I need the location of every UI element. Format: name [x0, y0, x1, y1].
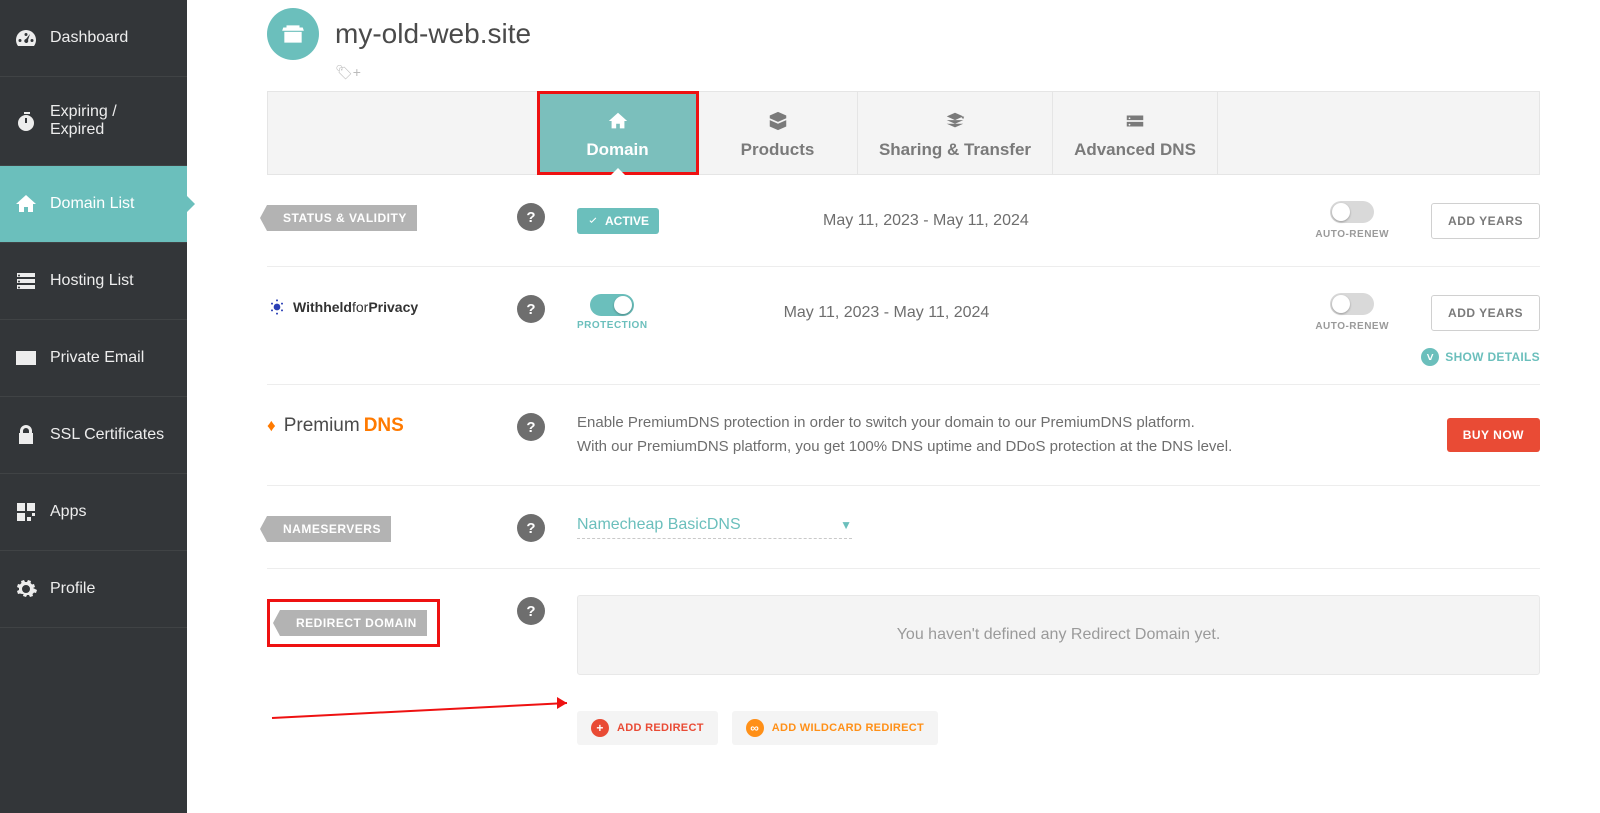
sidebar-item-label: Domain List — [50, 195, 134, 213]
privacy-autorenew-toggle[interactable] — [1330, 293, 1374, 315]
site-badge-icon — [267, 8, 319, 60]
tab-domain[interactable]: Domain — [538, 92, 698, 174]
page-title: my-old-web.site — [335, 18, 531, 50]
tabs: Domain Products Sharing & Transfer Advan… — [267, 91, 1540, 175]
sidebar-item-apps[interactable]: Apps — [0, 474, 187, 551]
autorenew-label: AUTO-RENEW — [1315, 321, 1389, 332]
redirect-ribbon: REDIRECT DOMAIN — [280, 610, 427, 636]
autorenew-toggle[interactable] — [1330, 201, 1374, 223]
section-privacy: WithheldforPrivacy ? PROTECTION May 11, … — [267, 267, 1540, 340]
sidebar-item-hosting-list[interactable]: Hosting List — [0, 243, 187, 320]
add-years-button[interactable]: ADD YEARS — [1431, 203, 1540, 239]
section-nameservers: NAMESERVERS ? Namecheap BasicDNS ▼ — [267, 486, 1540, 569]
buy-now-button[interactable]: BUY NOW — [1447, 418, 1540, 452]
chevron-down-icon: ˅ — [1421, 348, 1439, 366]
nameservers-select[interactable]: Namecheap BasicDNS ▼ — [577, 512, 852, 539]
help-icon[interactable]: ? — [517, 413, 545, 441]
privacy-logo-icon — [267, 297, 287, 317]
transfer-icon — [944, 110, 966, 132]
stopwatch-icon — [14, 109, 38, 133]
tab-products[interactable]: Products — [698, 92, 858, 174]
tab-label: Domain — [586, 140, 648, 160]
tag-add-icon[interactable]: 🏷+ — [335, 64, 1540, 81]
sidebar-item-label: Private Email — [50, 349, 144, 367]
sidebar-item-ssl[interactable]: SSL Certificates — [0, 397, 187, 474]
add-redirect-button[interactable]: + ADD REDIRECT — [577, 711, 718, 745]
home-icon — [607, 110, 629, 132]
status-badge: ACTIVE — [577, 208, 659, 234]
sidebar-item-label: Expiring / Expired — [50, 103, 173, 139]
show-details-label: SHOW DETAILS — [1445, 350, 1540, 364]
section-status: STATUS & VALIDITY ? ACTIVE May 11, 2023 … — [267, 175, 1540, 267]
withheld-for-privacy-logo: WithheldforPrivacy — [267, 297, 517, 317]
envelope-icon — [14, 346, 38, 370]
redirect-empty-state: You haven't defined any Redirect Domain … — [577, 595, 1540, 675]
help-icon[interactable]: ? — [517, 514, 545, 542]
caret-down-icon: ▼ — [840, 518, 852, 532]
sidebar: Dashboard Expiring / Expired Domain List… — [0, 0, 187, 813]
sidebar-item-label: Hosting List — [50, 272, 134, 290]
infinity-icon: ∞ — [746, 719, 764, 737]
privacy-add-years-button[interactable]: ADD YEARS — [1431, 295, 1540, 331]
gauge-icon — [14, 26, 38, 50]
diamond-icon: ♦ — [267, 416, 276, 436]
page-header: my-old-web.site — [267, 0, 1540, 64]
add-wildcard-label: ADD WILDCARD REDIRECT — [772, 722, 924, 734]
tab-advanced-dns[interactable]: Advanced DNS — [1053, 92, 1218, 174]
protection-toggle[interactable] — [590, 294, 634, 316]
sidebar-item-private-email[interactable]: Private Email — [0, 320, 187, 397]
tab-label: Sharing & Transfer — [879, 140, 1031, 160]
tabs-spacer-right — [1218, 92, 1539, 174]
home-icon — [14, 192, 38, 216]
tabs-spacer-left — [268, 92, 538, 174]
premiumdns-logo: ♦ PremiumDNS — [267, 415, 404, 437]
plus-icon: + — [591, 719, 609, 737]
status-dates: May 11, 2023 - May 11, 2024 — [823, 212, 1029, 230]
sidebar-item-label: Profile — [50, 580, 95, 598]
premiumdns-description: Enable PremiumDNS protection in order to… — [577, 411, 1232, 459]
sidebar-item-expiring[interactable]: Expiring / Expired — [0, 77, 187, 166]
nameservers-value: Namecheap BasicDNS — [577, 516, 741, 534]
lock-icon — [14, 423, 38, 447]
sidebar-item-label: SSL Certificates — [50, 426, 164, 444]
help-icon[interactable]: ? — [517, 203, 545, 231]
add-redirect-label: ADD REDIRECT — [617, 722, 704, 734]
sidebar-item-label: Apps — [50, 503, 86, 521]
apps-icon — [14, 500, 38, 524]
tab-label: Products — [741, 140, 815, 160]
autorenew-label: AUTO-RENEW — [1315, 229, 1389, 240]
sidebar-item-label: Dashboard — [50, 29, 128, 47]
box-icon — [767, 110, 789, 132]
server-gear-icon — [1124, 110, 1146, 132]
add-wildcard-redirect-button[interactable]: ∞ ADD WILDCARD REDIRECT — [732, 711, 938, 745]
help-icon[interactable]: ? — [517, 597, 545, 625]
sidebar-item-domain-list[interactable]: Domain List — [0, 166, 187, 243]
main-content: my-old-web.site 🏷+ Domain Products Shari… — [187, 0, 1600, 813]
sidebar-item-profile[interactable]: Profile — [0, 551, 187, 628]
redirect-ribbon-highlight: REDIRECT DOMAIN — [267, 599, 440, 647]
status-ribbon: STATUS & VALIDITY — [267, 205, 417, 231]
nameservers-ribbon: NAMESERVERS — [267, 516, 391, 542]
gear-icon — [14, 577, 38, 601]
section-redirect: REDIRECT DOMAIN ? You haven't defined an… — [267, 569, 1540, 771]
help-icon[interactable]: ? — [517, 295, 545, 323]
tab-label: Advanced DNS — [1074, 140, 1196, 160]
tab-sharing-transfer[interactable]: Sharing & Transfer — [858, 92, 1053, 174]
server-icon — [14, 269, 38, 293]
protection-label: PROTECTION — [577, 320, 648, 331]
privacy-dates: May 11, 2023 - May 11, 2024 — [784, 304, 990, 322]
annotation-arrow — [267, 693, 587, 723]
check-icon — [587, 215, 599, 227]
status-text: ACTIVE — [605, 214, 649, 228]
section-premiumdns: ♦ PremiumDNS ? Enable PremiumDNS protect… — [267, 385, 1540, 486]
show-details-toggle[interactable]: ˅ SHOW DETAILS — [267, 340, 1540, 385]
sidebar-item-dashboard[interactable]: Dashboard — [0, 0, 187, 77]
